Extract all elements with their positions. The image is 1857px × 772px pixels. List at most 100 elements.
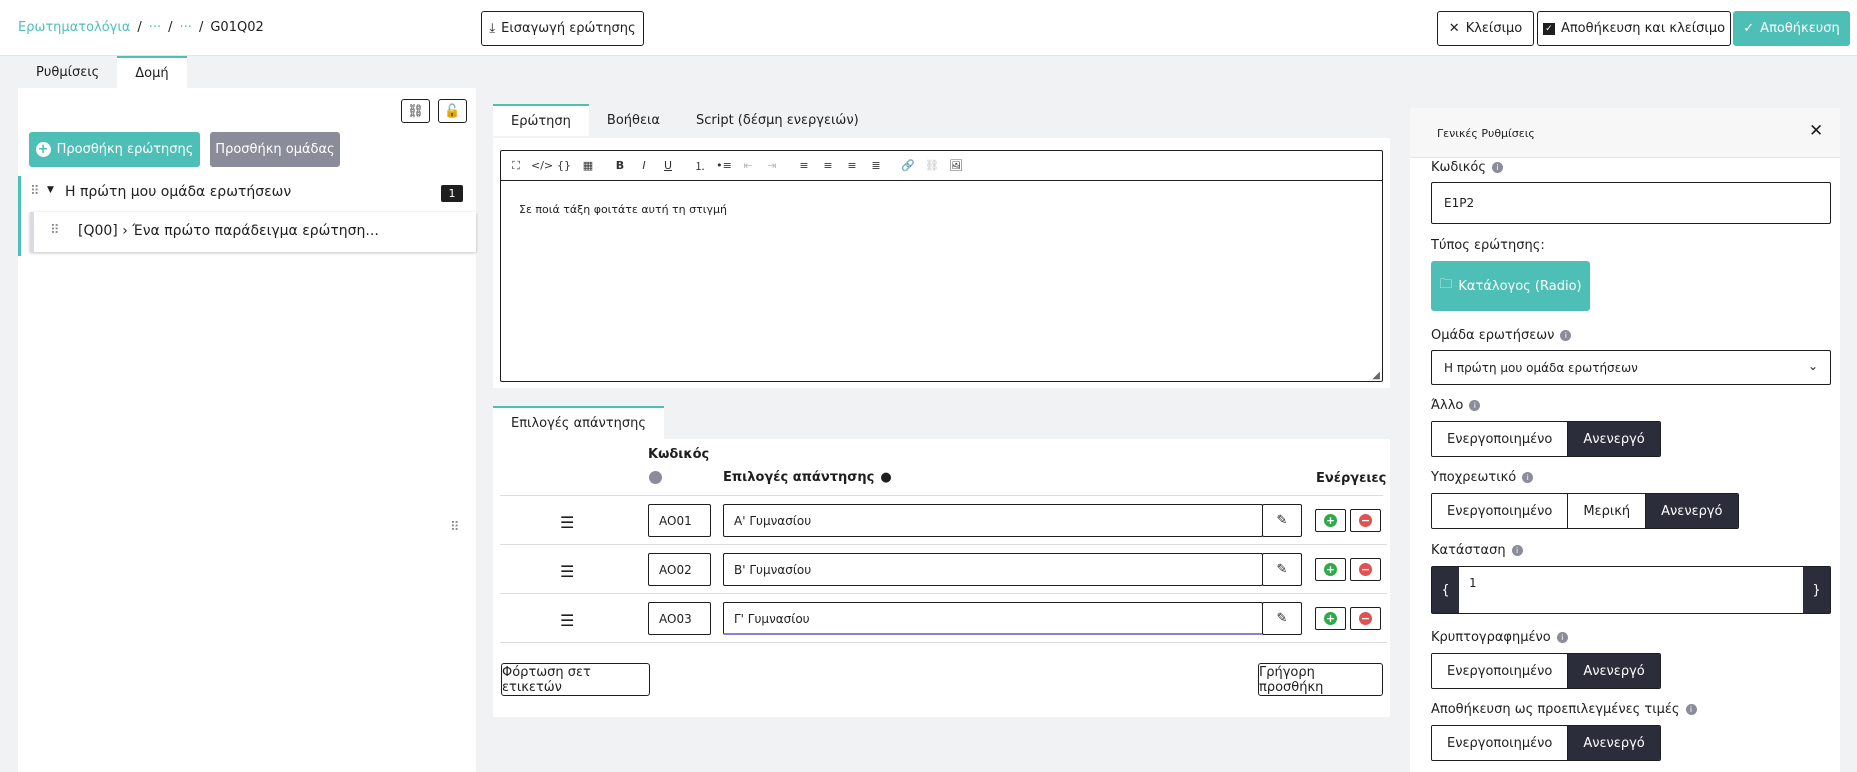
load-label-set-button[interactable]: Φόρτωση σετ ετικετών bbox=[501, 663, 650, 696]
remove-row-button[interactable]: − bbox=[1350, 607, 1381, 630]
answer-text-input[interactable]: Β' Γυμνασίου bbox=[723, 553, 1263, 586]
grid-icon[interactable]: ▦ bbox=[579, 159, 597, 172]
underline-icon[interactable]: U bbox=[659, 159, 677, 172]
condition-input[interactable]: 1 bbox=[1459, 567, 1803, 613]
image-icon[interactable]: 🖼 bbox=[947, 159, 965, 172]
unlock-icon[interactable]: 🔓 bbox=[438, 99, 467, 123]
mandatory-off-option[interactable]: Ανενεργό bbox=[1646, 494, 1738, 528]
caret-down-icon[interactable]: ▼ bbox=[47, 185, 54, 195]
tab-script[interactable]: Script (δέσμη ενεργειών) bbox=[678, 104, 877, 136]
breadcrumb-ellipsis-1[interactable]: ··· bbox=[149, 20, 161, 35]
other-on-option[interactable]: Ενεργοποιημένο bbox=[1432, 422, 1569, 456]
question-group-select[interactable]: Η πρώτη μου ομάδα ερωτήσεων ⌄ bbox=[1431, 350, 1831, 385]
editor-tabs: Ερώτηση Βοήθεια Script (δέσμη ενεργειών) bbox=[493, 104, 877, 136]
chevron-down-icon: ⌄ bbox=[1807, 359, 1818, 373]
drag-handle-icon[interactable]: ⠿ bbox=[50, 223, 60, 238]
drag-handle-icon[interactable]: ☰ bbox=[560, 513, 574, 532]
indent-icon[interactable]: ⇥ bbox=[763, 159, 781, 172]
import-question-button[interactable]: ⤓ Εισαγωγή ερώτησης bbox=[481, 11, 644, 46]
info-icon[interactable]: i bbox=[1522, 472, 1534, 483]
resize-grip-icon[interactable]: ◢ bbox=[1372, 370, 1380, 381]
answer-code-input[interactable]: AO03 bbox=[648, 602, 711, 635]
question-group: ⠿ ▼ Η πρώτη μου ομάδα ερωτήσεων 1 ⠿ [Q00… bbox=[18, 176, 476, 256]
answer-code-input[interactable]: AO01 bbox=[648, 504, 711, 537]
encrypted-off-option[interactable]: Ανενεργό bbox=[1568, 654, 1660, 688]
align-right-icon[interactable]: ≡ bbox=[843, 159, 861, 172]
numbered-list-icon[interactable]: ⒈ bbox=[691, 158, 709, 174]
close-icon: ✕ bbox=[1448, 21, 1460, 36]
code-label: Κωδικός i bbox=[1431, 160, 1504, 175]
unlink-icon[interactable]: ⛓ bbox=[923, 159, 941, 172]
save-and-close-button[interactable]: ✓ Αποθήκευση και κλείσιμο bbox=[1537, 11, 1731, 46]
save-default-label: Αποθήκευση ως προεπιλεγμένες τιμές i bbox=[1431, 702, 1697, 717]
mandatory-on-option[interactable]: Ενεργοποιημένο bbox=[1432, 494, 1569, 528]
answer-text-input[interactable]: Α' Γυμνασίου bbox=[723, 504, 1263, 537]
edit-pencil-icon[interactable]: ✎ bbox=[1262, 553, 1302, 586]
code-icon[interactable]: </> bbox=[531, 159, 553, 172]
quick-add-button[interactable]: Γρήγορη προσθήκη bbox=[1258, 663, 1383, 696]
mandatory-toggle: Ενεργοποιημένο Μερική Ανενεργό bbox=[1431, 493, 1739, 529]
add-row-button[interactable]: + bbox=[1315, 558, 1346, 581]
close-button[interactable]: ✕ Κλείσιμο bbox=[1437, 11, 1534, 46]
encrypted-label: Κρυπτογραφημένο i bbox=[1431, 630, 1568, 645]
tab-help[interactable]: Βοήθεια bbox=[589, 104, 678, 136]
add-group-button[interactable]: Προσθήκη ομάδας bbox=[210, 132, 340, 167]
settings-title: Γενικές Ρυθμίσεις bbox=[1437, 127, 1535, 140]
question-code-input[interactable]: E1P2 bbox=[1431, 182, 1831, 224]
braces-icon[interactable]: {} bbox=[555, 159, 573, 172]
drag-handle-icon[interactable]: ☰ bbox=[560, 562, 574, 581]
save-default-off-option[interactable]: Ανενεργό bbox=[1568, 726, 1660, 760]
tab-settings[interactable]: Ρυθμίσεις bbox=[18, 56, 117, 88]
italic-icon[interactable]: I bbox=[635, 159, 653, 172]
checkbox-icon: ✓ bbox=[1542, 22, 1555, 35]
link-icon[interactable]: 🔗 bbox=[899, 159, 917, 172]
answer-text-input[interactable]: Γ' Γυμνασίου bbox=[723, 602, 1263, 635]
align-center-icon[interactable]: ≡ bbox=[819, 159, 837, 172]
question-item[interactable]: ⠿ [Q00] › Ένα πρώτο παράδειγμα ερώτηση..… bbox=[30, 212, 476, 252]
question-text[interactable]: Σε ποιά τάξη φοιτάτε αυτή τη στιγμή bbox=[519, 203, 727, 216]
info-icon[interactable]: i bbox=[1511, 545, 1523, 556]
encrypted-on-option[interactable]: Ενεργοποιημένο bbox=[1432, 654, 1569, 688]
breadcrumb-ellipsis-2[interactable]: ··· bbox=[180, 20, 192, 35]
breadcrumb-root[interactable]: Ερωτηματολόγια bbox=[18, 20, 130, 35]
info-icon[interactable]: i bbox=[1685, 704, 1697, 715]
save-button[interactable]: ✓ Αποθήκευση bbox=[1733, 11, 1850, 46]
bullet-list-icon[interactable]: •≡ bbox=[715, 159, 733, 172]
question-type-button[interactable]: 🗀 Κατάλογος (Radio) bbox=[1431, 261, 1590, 311]
group-name[interactable]: Η πρώτη μου ομάδα ερωτήσεων bbox=[65, 184, 291, 200]
drag-handle-icon[interactable]: ☰ bbox=[560, 611, 574, 630]
tab-structure[interactable]: Δομή bbox=[117, 56, 187, 88]
bold-icon[interactable]: B bbox=[611, 159, 629, 172]
add-row-button[interactable]: + bbox=[1315, 607, 1346, 630]
save-default-on-option[interactable]: Ενεργοποιημένο bbox=[1432, 726, 1569, 760]
question-item-label: [Q00] › Ένα πρώτο παράδειγμα ερώτηση... bbox=[78, 223, 379, 239]
outdent-icon[interactable]: ⇤ bbox=[739, 159, 757, 172]
other-off-option[interactable]: Ανενεργό bbox=[1568, 422, 1660, 456]
actions-column-header: Ενέργειες bbox=[1316, 471, 1387, 486]
answer-options-panel: Κωδικός Επιλογές απάντησης ● Ενέργειες ☰ … bbox=[493, 439, 1390, 717]
structure-panel: ⛓ 🔓 + Προσθήκη ερώτησης Προσθήκη ομάδας … bbox=[18, 88, 476, 772]
resize-handle-icon[interactable]: ⠿ bbox=[450, 520, 460, 535]
globe-icon[interactable]: ● bbox=[880, 470, 891, 485]
info-icon[interactable]: i bbox=[1560, 330, 1572, 341]
remove-row-button[interactable]: − bbox=[1350, 509, 1381, 532]
tab-question[interactable]: Ερώτηση bbox=[493, 104, 589, 136]
align-justify-icon[interactable]: ≣ bbox=[867, 159, 885, 172]
answer-code-input[interactable]: AO02 bbox=[648, 553, 711, 586]
info-icon[interactable]: i bbox=[1492, 162, 1504, 173]
info-icon[interactable] bbox=[649, 471, 662, 484]
link-icon[interactable]: ⛓ bbox=[401, 99, 430, 123]
info-icon[interactable]: i bbox=[1469, 400, 1481, 411]
drag-handle-icon[interactable]: ⠿ bbox=[30, 184, 40, 199]
remove-row-button[interactable]: − bbox=[1350, 558, 1381, 581]
fullscreen-icon[interactable]: ⛶ bbox=[507, 159, 525, 173]
tab-answer-options[interactable]: Επιλογές απάντησης bbox=[493, 406, 664, 439]
add-question-button[interactable]: + Προσθήκη ερώτησης bbox=[29, 132, 200, 167]
edit-pencil-icon[interactable]: ✎ bbox=[1262, 504, 1302, 537]
mandatory-partial-option[interactable]: Μερική bbox=[1568, 494, 1647, 528]
close-icon[interactable]: ✕ bbox=[1809, 121, 1823, 141]
info-icon[interactable]: i bbox=[1556, 632, 1568, 643]
add-row-button[interactable]: + bbox=[1315, 509, 1346, 532]
align-left-icon[interactable]: ≡ bbox=[795, 159, 813, 172]
edit-pencil-icon[interactable]: ✎ bbox=[1262, 602, 1302, 635]
